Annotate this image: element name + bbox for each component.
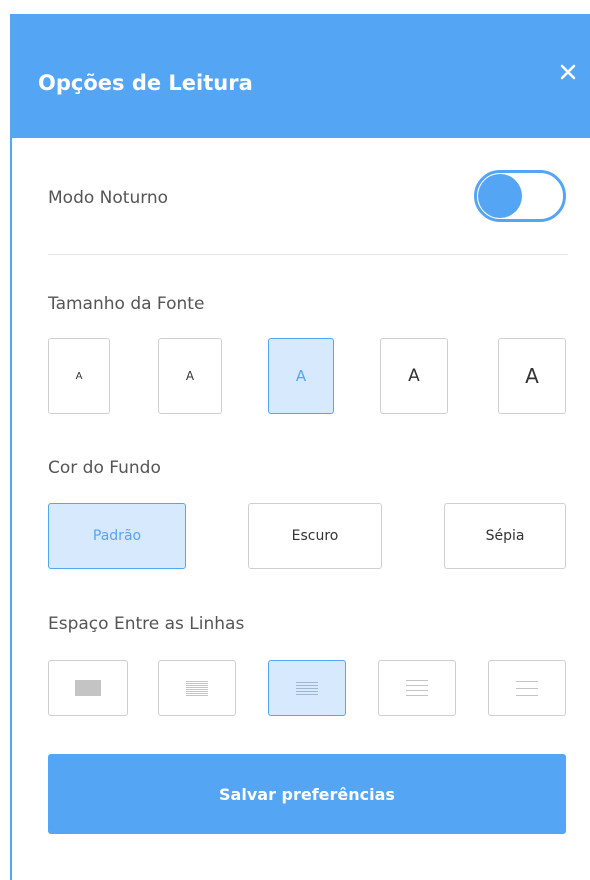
font-size-option-label: A xyxy=(295,367,307,385)
font-size-label: Tamanho da Fonte xyxy=(48,294,205,314)
line-spacing-option-widest[interactable] xyxy=(488,660,566,716)
background-option-label: Sépia xyxy=(485,528,525,544)
toggle-knob xyxy=(478,174,522,218)
font-size-option-label: A xyxy=(408,366,420,386)
spacing-normal-icon xyxy=(296,681,318,695)
line-spacing-option-solid[interactable] xyxy=(48,660,128,716)
background-option-dark[interactable]: Escuro xyxy=(248,503,382,569)
font-size-option-xs[interactable]: A xyxy=(48,338,110,414)
font-size-option-label: A xyxy=(75,370,83,382)
background-option-default[interactable]: Padrão xyxy=(48,503,186,569)
panel-title: Opções de Leitura xyxy=(38,71,253,95)
line-spacing-option-normal[interactable] xyxy=(268,660,346,716)
night-mode-label: Modo Noturno xyxy=(48,188,169,208)
divider xyxy=(48,254,568,255)
font-size-option-lg[interactable]: A xyxy=(380,338,448,414)
spacing-wide-icon xyxy=(406,680,428,696)
spacing-solid-icon xyxy=(75,680,101,696)
font-size-option-label: A xyxy=(525,364,539,388)
background-option-sepia[interactable]: Sépia xyxy=(444,503,566,569)
background-option-label: Escuro xyxy=(291,528,339,544)
panel-header: Opções de Leitura xyxy=(12,16,590,138)
save-preferences-button[interactable]: Salvar preferências xyxy=(48,754,566,834)
font-size-option-md[interactable]: A xyxy=(268,338,334,414)
reading-options-panel: Opções de Leitura Modo Noturno Tamanho d… xyxy=(10,14,590,880)
background-option-label: Padrão xyxy=(92,528,142,544)
spacing-tight-icon xyxy=(186,680,208,696)
background-color-label: Cor do Fundo xyxy=(48,458,161,478)
font-size-option-sm[interactable]: A xyxy=(158,338,222,414)
line-spacing-option-wide[interactable] xyxy=(378,660,456,716)
close-icon[interactable] xyxy=(556,60,580,84)
font-size-option-xl[interactable]: A xyxy=(498,338,566,414)
night-mode-toggle[interactable] xyxy=(474,170,566,222)
font-size-option-label: A xyxy=(185,369,195,383)
spacing-widest-icon xyxy=(516,680,538,696)
line-spacing-option-tight[interactable] xyxy=(158,660,236,716)
line-spacing-label: Espaço Entre as Linhas xyxy=(48,614,245,634)
